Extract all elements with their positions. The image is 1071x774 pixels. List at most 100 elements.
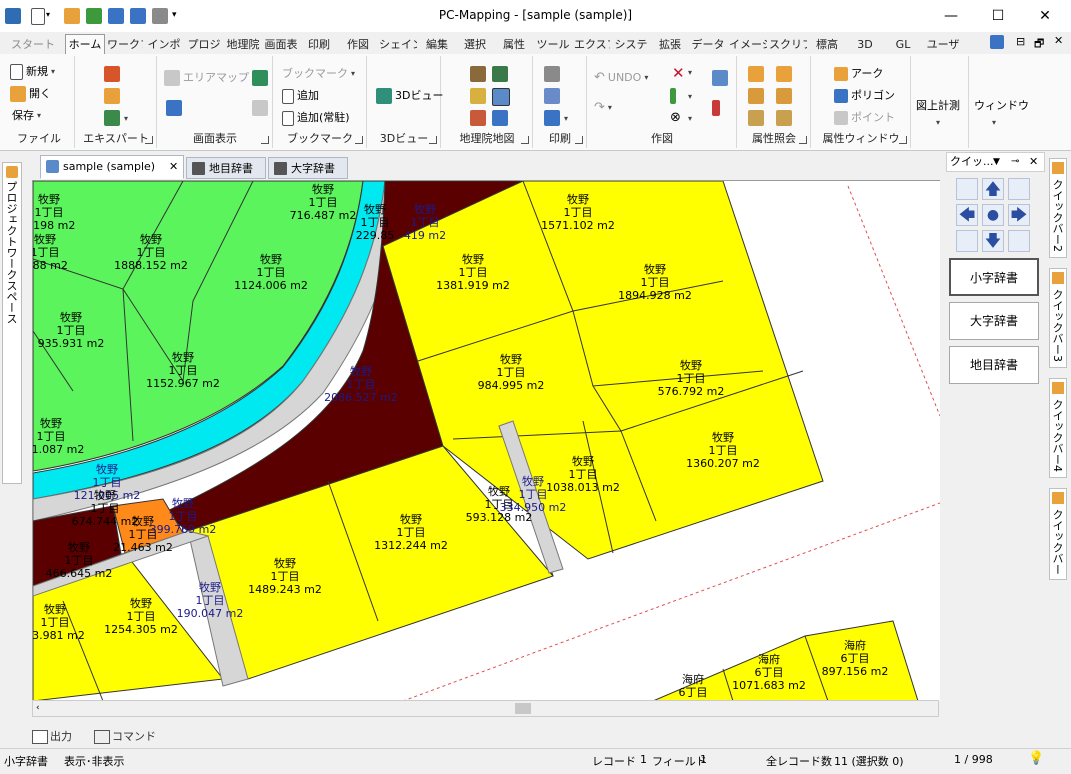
- quickbar3-tab[interactable]: クイックバー3: [1049, 268, 1067, 368]
- scroll-thumb[interactable]: [515, 703, 531, 714]
- attr-search-icon[interactable]: [776, 88, 792, 104]
- doc-tab-close-button[interactable]: ✕: [169, 156, 178, 178]
- project-workspace-tab[interactable]: プロジェクトワークスペース: [2, 162, 22, 484]
- pan-down-left-button[interactable]: [956, 230, 978, 252]
- print-setup-icon[interactable]: [544, 66, 560, 82]
- chimoku-dictionary-button[interactable]: 地目辞書: [949, 346, 1039, 384]
- arc-button[interactable]: アーク: [834, 64, 883, 84]
- expert-tool-icon[interactable]: [104, 66, 120, 82]
- doc-tab-sample[interactable]: sample (sample) ✕: [40, 155, 184, 179]
- view-launcher-icon[interactable]: [261, 136, 269, 144]
- save-button[interactable]: 保存 ▾: [12, 106, 41, 126]
- tab-import[interactable]: インポ: [144, 34, 184, 55]
- open-button[interactable]: 開く: [10, 84, 51, 104]
- pan-up-button[interactable]: 🡅: [982, 178, 1004, 200]
- check-icon[interactable]: [104, 110, 120, 126]
- maximize-button[interactable]: ☐: [975, 0, 1021, 32]
- expert-launcher-icon[interactable]: [145, 136, 153, 144]
- minimize-button[interactable]: —: [928, 0, 974, 32]
- view-disabled-icon[interactable]: [252, 100, 268, 116]
- undo-button[interactable]: ↶ UNDO ▾: [594, 68, 648, 88]
- gsi-tile-icon[interactable]: [492, 110, 508, 126]
- command-tab[interactable]: コマンド: [92, 727, 156, 746]
- pan-up-right-button[interactable]: [1008, 178, 1030, 200]
- tab-tools[interactable]: ツール: [534, 34, 572, 55]
- gsi-layer-icon[interactable]: [470, 110, 486, 126]
- tab-edit[interactable]: 編集: [418, 34, 456, 55]
- pan-left-button[interactable]: 🡄: [956, 204, 978, 226]
- delete-icon[interactable]: ✕: [672, 64, 685, 82]
- pan-down-button[interactable]: 🡇: [982, 230, 1004, 252]
- doc-tab-chimoku[interactable]: 地目辞書: [186, 157, 266, 179]
- help-icon[interactable]: [990, 35, 1004, 49]
- 3dview-launcher-icon[interactable]: [429, 136, 437, 144]
- tab-workflow[interactable]: ワークフ: [106, 34, 144, 55]
- attr-table-icon[interactable]: [748, 88, 764, 104]
- print-launcher-icon[interactable]: [575, 136, 583, 144]
- tab-attribute[interactable]: 属性: [494, 34, 534, 55]
- tab-draw[interactable]: 作図: [339, 34, 377, 55]
- flag-icon[interactable]: [748, 66, 764, 82]
- pan-up-left-button[interactable]: [956, 178, 978, 200]
- oaza-dictionary-button[interactable]: 大字辞書: [949, 302, 1039, 340]
- 3dview-button[interactable]: 3Dビュー: [376, 86, 443, 106]
- dropper-icon[interactable]: [712, 100, 720, 116]
- ribbon-restore-button[interactable]: 🗗: [1034, 35, 1044, 54]
- quickbar2-tab[interactable]: クイックバー2: [1049, 158, 1067, 258]
- bookmark-add-resident-button[interactable]: 追加(常駐): [282, 108, 350, 128]
- measure-button[interactable]: 図上計測: [916, 96, 960, 116]
- tab-3d[interactable]: 3D: [846, 34, 884, 55]
- lightbulb-icon[interactable]: 💡: [1028, 751, 1044, 766]
- window-button[interactable]: ウィンドウ: [974, 96, 1029, 116]
- tab-gl[interactable]: GL: [884, 34, 922, 55]
- map-view-icon[interactable]: [252, 70, 268, 86]
- gsi-photo-icon[interactable]: [492, 66, 508, 82]
- ribbon-minimize-button[interactable]: ⊟: [1016, 35, 1025, 48]
- polygon-button[interactable]: ポリゴン: [834, 86, 895, 106]
- bookmark-dropdown[interactable]: ブックマーク ▾: [282, 64, 355, 84]
- tab-system[interactable]: システ: [611, 34, 651, 55]
- pan-center-button[interactable]: ●: [982, 204, 1004, 226]
- quickbar-tab[interactable]: クイックバー: [1049, 488, 1067, 580]
- printer-icon[interactable]: [544, 110, 560, 126]
- tab-image[interactable]: イメーシ: [728, 34, 768, 55]
- gsi-select-icon[interactable]: [492, 88, 510, 106]
- tab-user[interactable]: ユーザ: [922, 34, 964, 55]
- attr-window-launcher-icon[interactable]: [899, 136, 907, 144]
- tab-shape[interactable]: シェイン: [378, 34, 418, 55]
- quick-bar-menu-icon[interactable]: ▼: [993, 153, 1000, 171]
- tab-extension[interactable]: 拡張: [651, 34, 689, 55]
- tab-project[interactable]: プロジ: [184, 34, 224, 55]
- tab-display[interactable]: 画面表: [262, 34, 300, 55]
- flag-point-icon[interactable]: [776, 66, 792, 82]
- tab-elevation[interactable]: 標高: [808, 34, 846, 55]
- gsi-map-icon[interactable]: [470, 66, 486, 82]
- close-window-button[interactable]: ✕: [1022, 0, 1068, 32]
- tab-data[interactable]: データ: [689, 34, 727, 55]
- scroll-left-icon[interactable]: ‹: [36, 703, 40, 713]
- tab-start[interactable]: スタート: [4, 34, 62, 55]
- bookmark-launcher-icon[interactable]: [355, 136, 363, 144]
- output-tab[interactable]: 出力: [30, 727, 72, 746]
- horizontal-scrollbar[interactable]: ‹: [32, 700, 939, 717]
- koaza-dictionary-button[interactable]: 小字辞書: [949, 258, 1039, 296]
- pan-right-button[interactable]: 🡆: [1008, 204, 1030, 226]
- point-button[interactable]: ポイント: [834, 108, 895, 128]
- area-map-button[interactable]: エリアマップ: [164, 68, 249, 88]
- map-canvas[interactable]: 牧野 1丁目 716.487 m2 牧野 1丁目 229.85 牧野 1丁目 419 m2 牧野 1…: [32, 180, 940, 701]
- tab-script[interactable]: スクリフ: [768, 34, 808, 55]
- pan-down-right-button[interactable]: [1008, 230, 1030, 252]
- new-button[interactable]: 新規 ▾: [10, 62, 55, 82]
- pen-icon[interactable]: [670, 88, 676, 104]
- print-preview-icon[interactable]: [544, 88, 560, 104]
- tab-print[interactable]: 印刷: [300, 34, 338, 55]
- ribbon-close-button[interactable]: ✕: [1054, 34, 1063, 47]
- gsi-launcher-icon[interactable]: [521, 136, 529, 144]
- zoom-extent-icon[interactable]: [166, 100, 182, 116]
- pin-icon[interactable]: ⊸: [1011, 153, 1019, 171]
- tab-home[interactable]: ホーム: [65, 34, 105, 55]
- tab-export[interactable]: エクスフ: [573, 34, 611, 55]
- node-icon[interactable]: ⊗: [670, 110, 681, 125]
- attr-export-icon[interactable]: [776, 110, 792, 126]
- attr-list-icon[interactable]: [748, 110, 764, 126]
